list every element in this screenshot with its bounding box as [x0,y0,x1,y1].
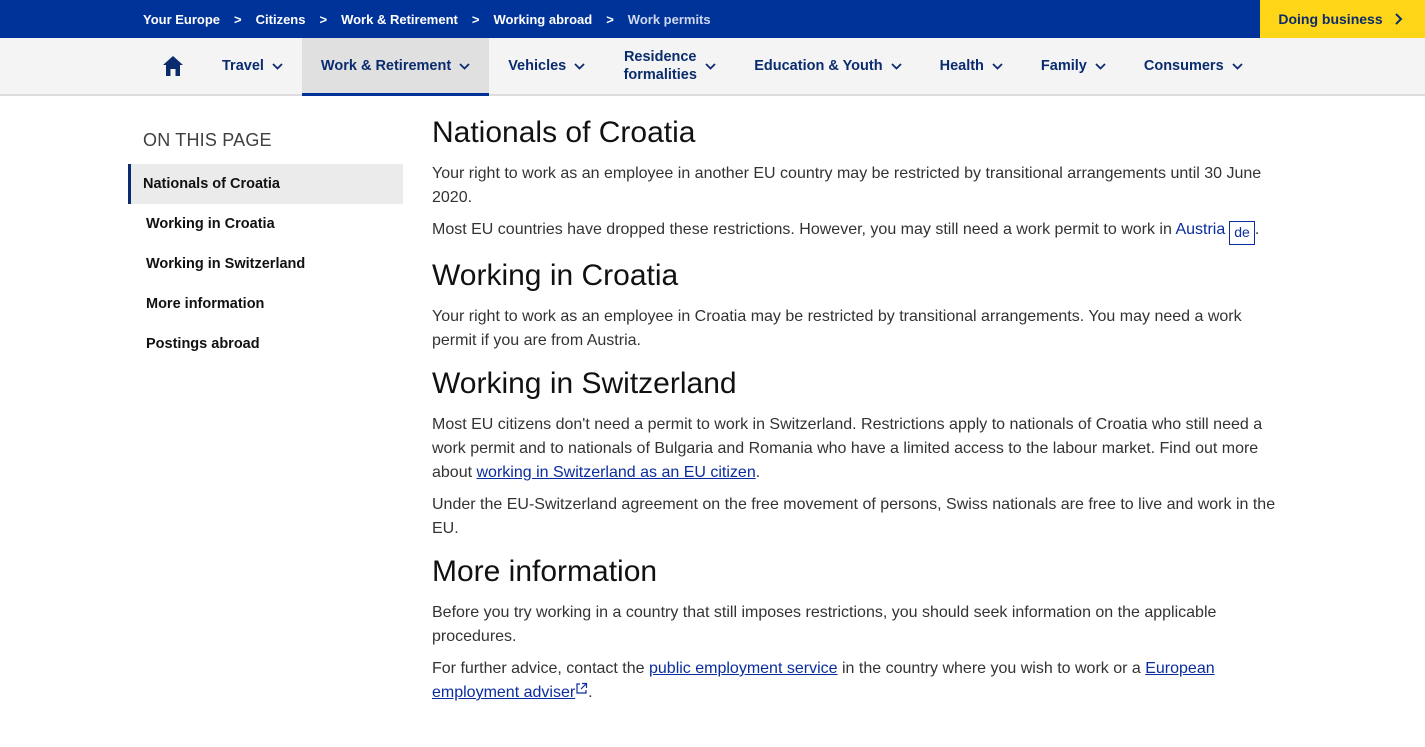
sidebar-item-more-information[interactable]: More information [128,284,403,324]
nav-consumers-label: Consumers [1143,58,1224,74]
nav-education-youth[interactable]: Education & Youth [735,38,920,94]
nav-vehicles-label: Vehicles [508,58,567,74]
home-button[interactable] [143,38,203,94]
nav-residence-formalities-label: Residence formalities [623,49,697,83]
paragraph-text: Most EU countries have dropped these res… [432,221,1176,238]
breadcrumb-your-europe[interactable]: Your Europe [143,12,220,27]
nav-health-label: Health [939,58,984,74]
paragraph: Most EU countries have dropped these res… [432,218,1282,245]
nav-residence-formalities[interactable]: Residence formalities [604,38,735,94]
breadcrumb-separator: > [471,11,480,27]
public-employment-service-link[interactable]: public employment service [649,660,838,677]
section-heading: More information [432,555,658,588]
sidebar-item-working-in-switzerland[interactable]: Working in Switzerland [128,244,403,284]
paragraph-text: in the country where you wish to work or… [837,660,1146,677]
section-heading: Working in Croatia [432,259,679,292]
breadcrumb-working-abroad[interactable]: Working abroad [493,12,592,27]
paragraph-text: . [588,684,593,701]
paragraph: Under the EU-Switzerland agreement on th… [432,496,1276,537]
chevron-down-icon [992,62,1003,70]
section-heading: Nationals of Croatia [432,116,696,149]
sidebar-item-working-in-croatia[interactable]: Working in Croatia [128,204,403,244]
section-working-in-croatia: Working in Croatia Your right to work as… [432,257,1282,353]
nav-travel-label: Travel [222,58,264,74]
chevron-down-icon [574,62,585,70]
breadcrumb-separator: > [606,11,614,27]
section-more-information: More information Before you try working … [432,553,1282,705]
main-navigation: Travel Work & Retirement Vehicles Reside… [0,38,1425,96]
chevron-right-icon [1394,13,1403,25]
breadcrumb-separator: > [319,11,328,27]
nav-family[interactable]: Family [1022,38,1125,94]
section-nationals-of-croatia: Nationals of Croatia Your right to work … [432,114,1282,245]
paragraph: Your right to work as an employee in Cro… [432,308,1242,349]
breadcrumb-citizens[interactable]: Citizens [256,12,306,27]
sidebar-title: ON THIS PAGE [143,130,272,150]
main-content: Nationals of Croatia Your right to work … [432,114,1282,717]
chevron-down-icon [1095,62,1106,70]
paragraph: Most EU citizens don't need a permit to … [432,413,1282,485]
home-icon [163,56,183,76]
chevron-down-icon [890,62,902,70]
nav-work-retirement-label: Work & Retirement [320,58,452,74]
paragraph: For further advice, contact the public e… [432,657,1282,705]
nav-health[interactable]: Health [921,38,1022,94]
sidebar-item-nationals-of-croatia[interactable]: Nationals of Croatia [128,164,403,204]
doing-business-label: Doing business [1278,11,1383,27]
nav-consumers[interactable]: Consumers [1125,38,1262,94]
section-working-in-switzerland: Working in Switzerland Most EU citizens … [432,365,1282,541]
on-this-page-sidebar: ON THIS PAGE Nationals of Croatia Workin… [128,130,403,364]
external-link-icon [576,682,588,694]
working-in-switzerland-link[interactable]: working in Switzerland as an EU citizen [476,464,755,481]
breadcrumb-work-retirement[interactable]: Work & Retirement [341,12,458,27]
nav-family-label: Family [1040,58,1087,74]
nav-education-youth-label: Education & Youth [754,58,883,74]
language-badge-de[interactable]: de [1229,221,1255,245]
paragraph-text: For further advice, contact the [432,660,649,677]
sidebar-item-postings-abroad[interactable]: Postings abroad [128,324,403,364]
chevron-down-icon [272,62,283,70]
nav-travel[interactable]: Travel [203,38,302,94]
top-breadcrumb-bar: Your Europe > Citizens > Work & Retireme… [0,0,1425,38]
chevron-down-icon [459,62,470,70]
austria-link[interactable]: Austria [1175,221,1225,238]
breadcrumb: Your Europe > Citizens > Work & Retireme… [143,0,711,38]
chevron-down-icon [1232,62,1243,70]
paragraph: Before you try working in a country that… [432,604,1217,645]
section-heading: Working in Switzerland [432,367,737,400]
breadcrumb-separator: > [234,11,242,27]
chevron-down-icon [705,62,716,70]
paragraph: Your right to work as an employee in ano… [432,165,1262,206]
breadcrumb-current: Work permits [627,11,711,27]
paragraph-text: . [755,464,761,481]
doing-business-button[interactable]: Doing business [1260,0,1425,38]
paragraph-text: . [1254,221,1260,238]
nav-vehicles[interactable]: Vehicles [489,38,604,94]
nav-work-retirement[interactable]: Work & Retirement [301,38,490,96]
